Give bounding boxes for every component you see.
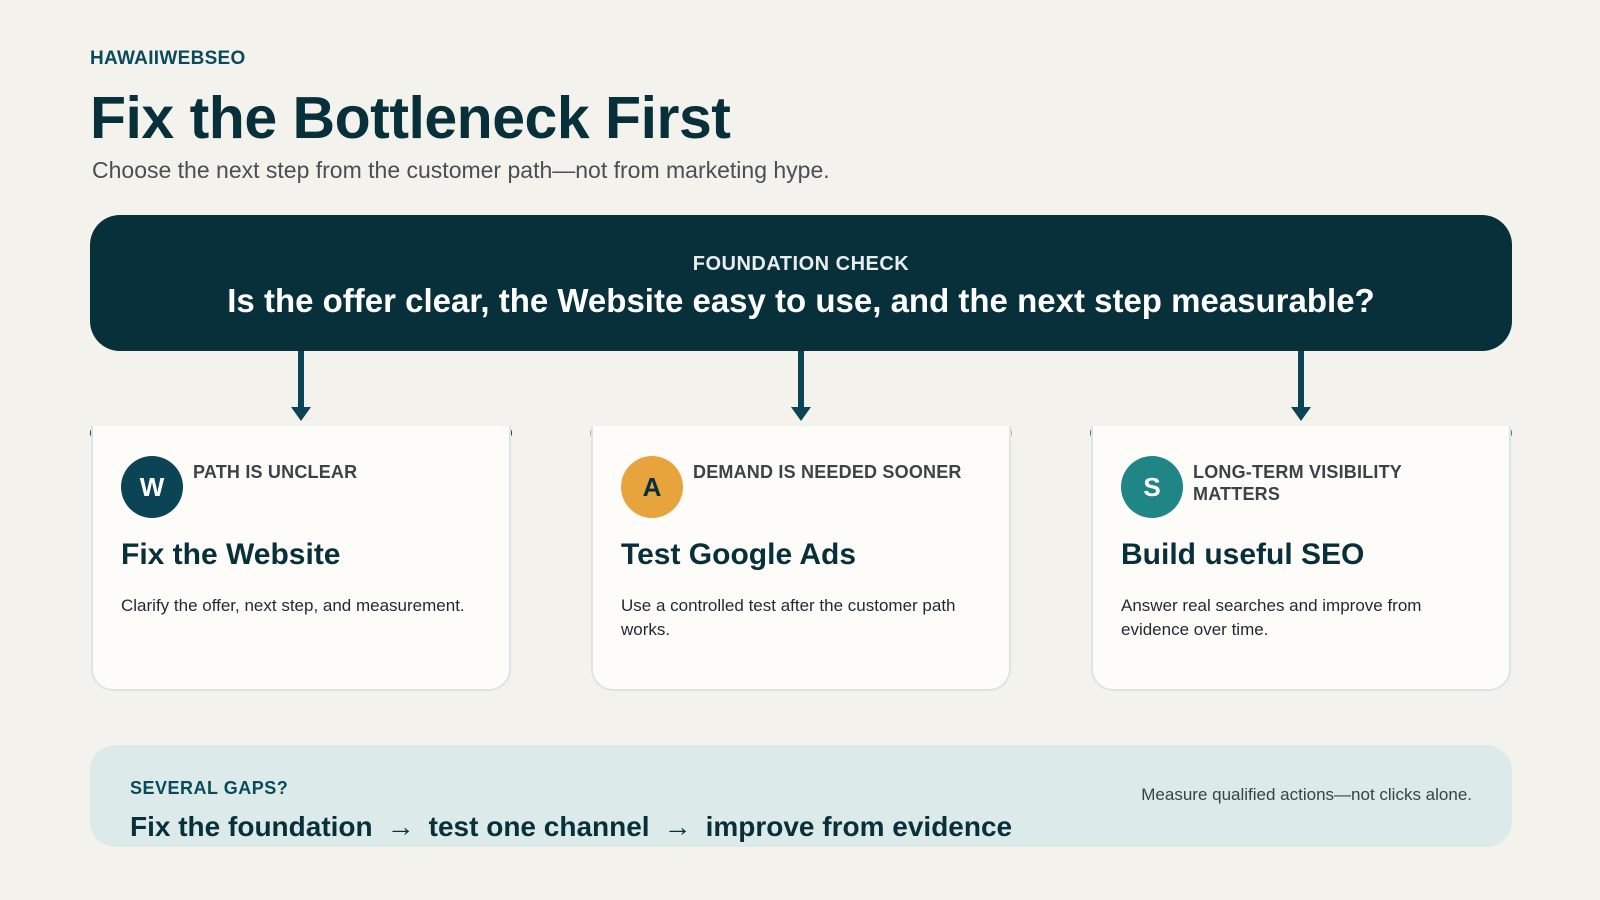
badge-a: A	[621, 456, 683, 518]
card-title: Fix the Website	[121, 538, 341, 571]
several-gaps-panel: SEVERAL GAPS? Fix the foundation → test on…	[90, 745, 1512, 847]
foundation-check-panel: FOUNDATION CHECK Is the offer clear, the…	[90, 215, 1512, 351]
gaps-kicker: SEVERAL GAPS?	[130, 778, 289, 798]
connector-line-seo	[1298, 351, 1304, 409]
connector-line-website	[298, 351, 304, 409]
page-title: Fix the Bottleneck First	[90, 85, 731, 151]
page-subtitle: Choose the next step from the customer p…	[92, 157, 830, 183]
foundation-kicker: FOUNDATION CHECK	[692, 253, 910, 275]
arrow-down-icon	[791, 407, 811, 421]
connector-line-ads	[798, 351, 804, 409]
brand-label: HAWAIIWEBSEO	[90, 48, 246, 69]
gaps-sequence: Fix the foundation → test one channel → impr…	[130, 811, 1012, 843]
badge-w: W	[121, 456, 183, 518]
card-condition: LONG-TERM VISIBILITY MATTERS	[1193, 462, 1402, 504]
option-card-ads: A DEMAND IS NEEDED SOONER Test Google Ad…	[591, 426, 1011, 691]
gaps-step-evidence: improve from evidence	[705, 811, 1013, 842]
arrow-down-icon	[1291, 407, 1311, 421]
badge-s: S	[1121, 456, 1183, 518]
card-description: Use a controlled test after the customer…	[621, 596, 956, 639]
gaps-step-channel: test one channel	[428, 811, 650, 842]
option-card-seo: S LONG-TERM VISIBILITY MATTERS Build use…	[1091, 426, 1511, 691]
card-title: Test Google Ads	[621, 538, 857, 571]
card-description: Clarify the offer, next step, and measur…	[121, 596, 465, 615]
card-title: Build useful SEO	[1121, 538, 1365, 571]
arrow-down-icon	[291, 407, 311, 421]
option-card-website: W PATH IS UNCLEAR Fix the Website Clarif…	[91, 426, 511, 691]
gaps-note: Measure qualified actions—not clicks alo…	[1141, 785, 1472, 804]
card-condition: PATH IS UNCLEAR	[193, 462, 358, 482]
card-description: Answer real searches and improve from ev…	[1121, 596, 1422, 639]
arrow-right-icon: →	[386, 811, 415, 842]
gaps-step-foundation: Fix the foundation	[130, 811, 373, 842]
card-condition: DEMAND IS NEEDED SOONER	[693, 462, 962, 482]
foundation-question: Is the offer clear, the Website easy to …	[227, 282, 1375, 319]
arrow-right-icon: →	[663, 811, 692, 842]
